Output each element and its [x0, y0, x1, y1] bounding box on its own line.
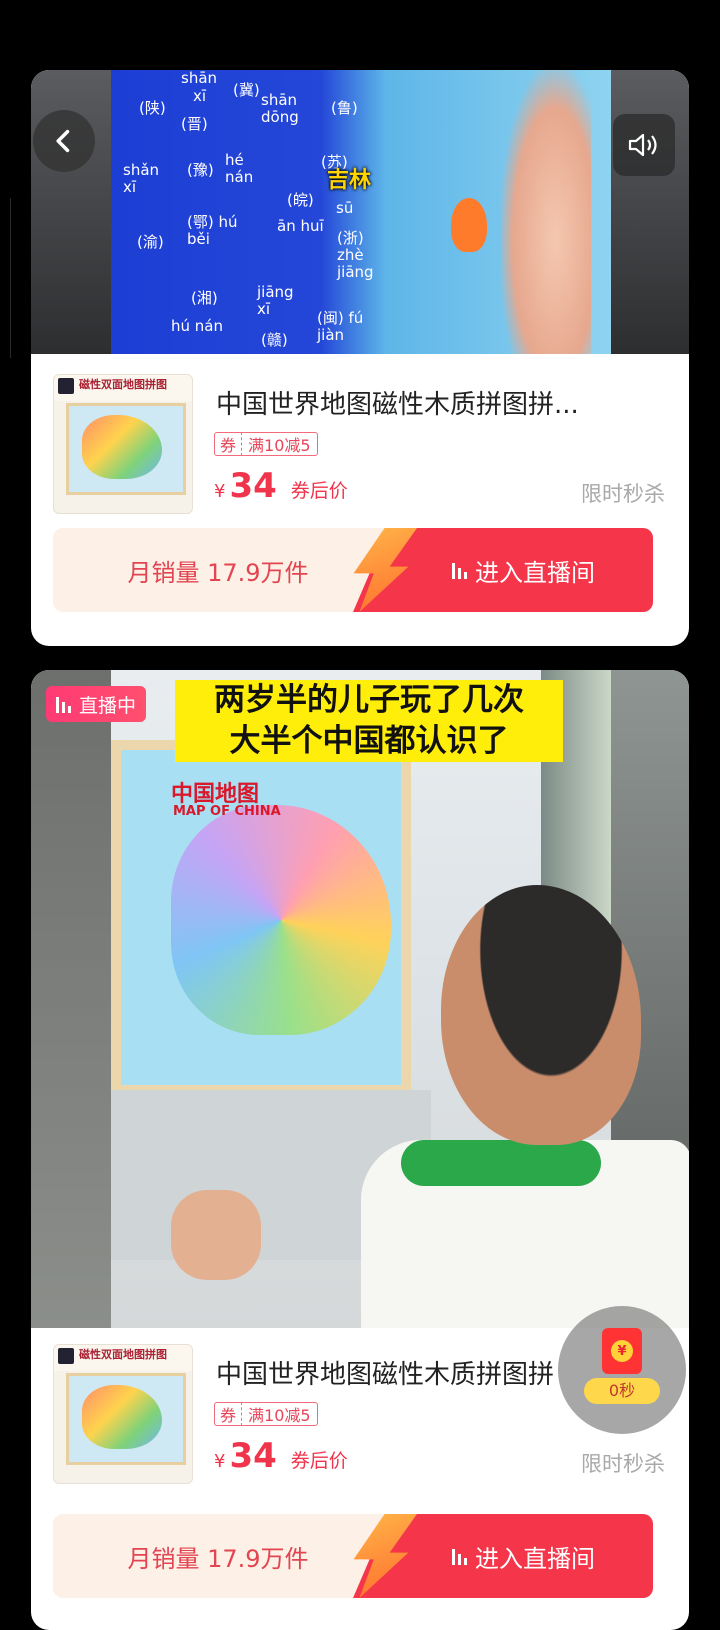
- flash-sale-label: 限时秒杀: [581, 1452, 665, 1476]
- price-row: ¥ 34 券后价: [214, 466, 348, 506]
- product-thumbnail[interactable]: 磁性双面地图拼图: [53, 1344, 193, 1484]
- thumbnail-header: 磁性双面地图拼图: [54, 375, 192, 401]
- product-card[interactable]: 中国地图 MAP OF CHINA 两岁半的儿子玩了几次 大半个中国都认识了 直…: [31, 670, 689, 1630]
- live-bars-icon: [56, 695, 71, 713]
- pinyin-label: (冀): [233, 81, 260, 99]
- screen-edge-indicator: [0, 198, 11, 358]
- pinyin-label: xī: [193, 87, 207, 105]
- product-card[interactable]: shān (冀) (陕) xī shān dōng (鲁) (晋) shǎn x…: [31, 70, 689, 646]
- currency-symbol: ¥: [214, 1451, 226, 1472]
- pinyin-label: hú nán: [171, 317, 223, 335]
- red-envelope-icon: ¥: [602, 1328, 642, 1374]
- pinyin-label: (湘): [191, 289, 218, 307]
- back-button[interactable]: [33, 110, 95, 172]
- coupon-tag: 券: [215, 1402, 243, 1426]
- coupon-badge: 券 满10减5: [214, 1402, 318, 1426]
- red-envelope-widget[interactable]: ¥ 0秒: [558, 1306, 686, 1434]
- flash-sale-label: 限时秒杀: [581, 482, 665, 506]
- live-bars-icon: [452, 561, 467, 579]
- speaker-icon: [628, 133, 657, 157]
- video-blur-left: [31, 670, 113, 1328]
- video-player[interactable]: 中国地图 MAP OF CHINA 两岁半的儿子玩了几次 大半个中国都认识了 直…: [31, 670, 689, 1328]
- price-row: ¥ 34 券后价: [214, 1436, 348, 1476]
- enter-live-label: 进入直播间: [475, 1544, 595, 1573]
- sound-toggle-button[interactable]: [613, 114, 675, 176]
- pinyin-label: shān: [181, 70, 218, 87]
- coupon-tag: 券: [215, 432, 243, 456]
- price-note: 券后价: [290, 1450, 348, 1472]
- pinyin-label: (皖): [287, 191, 314, 209]
- product-info[interactable]: 磁性双面地图拼图 中国世界地图磁性木质拼图拼... 券 满10减5 ¥ 34 券…: [31, 354, 689, 534]
- coupon-badge: 券 满10减5: [214, 432, 318, 456]
- pinyin-label: sū: [336, 199, 354, 217]
- coin-icon: ¥: [611, 1340, 633, 1362]
- price-value: 34: [229, 466, 277, 506]
- brand-logo-icon: [58, 1348, 74, 1364]
- pinyin-label: ān huī: [277, 217, 324, 235]
- countdown-timer: 0秒: [584, 1378, 660, 1404]
- octopus-sticker: [451, 198, 487, 252]
- pinyin-label: (赣): [261, 331, 288, 349]
- live-badge: 直播中: [46, 686, 147, 722]
- pinyin-label: (晋): [181, 115, 208, 133]
- brand-logo-icon: [58, 378, 74, 394]
- pinyin-label: shān dōng: [261, 91, 299, 126]
- currency-symbol: ¥: [214, 481, 226, 502]
- coupon-desc: 满10减5: [248, 436, 311, 455]
- pinyin-label: (浙) zhè jiāng: [337, 229, 374, 281]
- pinyin-label: (渝): [137, 233, 164, 251]
- enter-live-label: 进入直播间: [475, 558, 595, 587]
- map-highlight-label: 吉林: [327, 168, 372, 193]
- caption-line: 大半个中国都认识了: [229, 723, 509, 759]
- hand-image: [501, 70, 591, 354]
- price-value: 34: [229, 1436, 277, 1476]
- sales-bar[interactable]: 月销量 17.9万件 进入直播间: [53, 528, 653, 612]
- thumbnail-header: 磁性双面地图拼图: [54, 1345, 192, 1371]
- chevron-left-icon: [56, 129, 70, 153]
- video-frame-photo: 中国地图 MAP OF CHINA: [111, 670, 689, 1328]
- child-hand-image: [171, 1190, 261, 1280]
- pinyin-label: (豫): [187, 161, 214, 179]
- pinyin-label: jiāng xī: [257, 283, 294, 318]
- monthly-sales: 月销量 17.9万件: [127, 1544, 309, 1573]
- video-player[interactable]: shān (冀) (陕) xī shān dōng (鲁) (晋) shǎn x…: [31, 70, 689, 354]
- live-badge-label: 直播中: [79, 694, 137, 717]
- pinyin-label: hé nán: [225, 151, 254, 186]
- map-subtitle: MAP OF CHINA: [173, 804, 281, 819]
- coupon-desc: 满10减5: [248, 1406, 311, 1425]
- pinyin-label: (陕): [139, 99, 166, 117]
- pinyin-label: shǎn xī: [123, 161, 160, 196]
- live-bars-icon: [452, 1547, 467, 1565]
- video-caption: 两岁半的儿子玩了几次 大半个中国都认识了: [175, 680, 563, 762]
- product-thumbnail[interactable]: 磁性双面地图拼图: [53, 374, 193, 514]
- sales-bar[interactable]: 月销量 17.9万件 进入直播间: [53, 1514, 653, 1598]
- monthly-sales: 月销量 17.9万件: [127, 558, 309, 587]
- caption-line: 两岁半的儿子玩了几次: [214, 682, 524, 718]
- pinyin-label: (鄂) hú běi: [187, 213, 238, 248]
- video-blur-right: [609, 70, 689, 354]
- pinyin-label: (闽) fú jiàn: [317, 309, 364, 344]
- pinyin-label: (鲁): [331, 99, 358, 117]
- shirt-collar-image: [401, 1140, 601, 1186]
- price-note: 券后价: [290, 480, 348, 502]
- product-title[interactable]: 中国世界地图磁性木质拼图拼...: [216, 384, 656, 421]
